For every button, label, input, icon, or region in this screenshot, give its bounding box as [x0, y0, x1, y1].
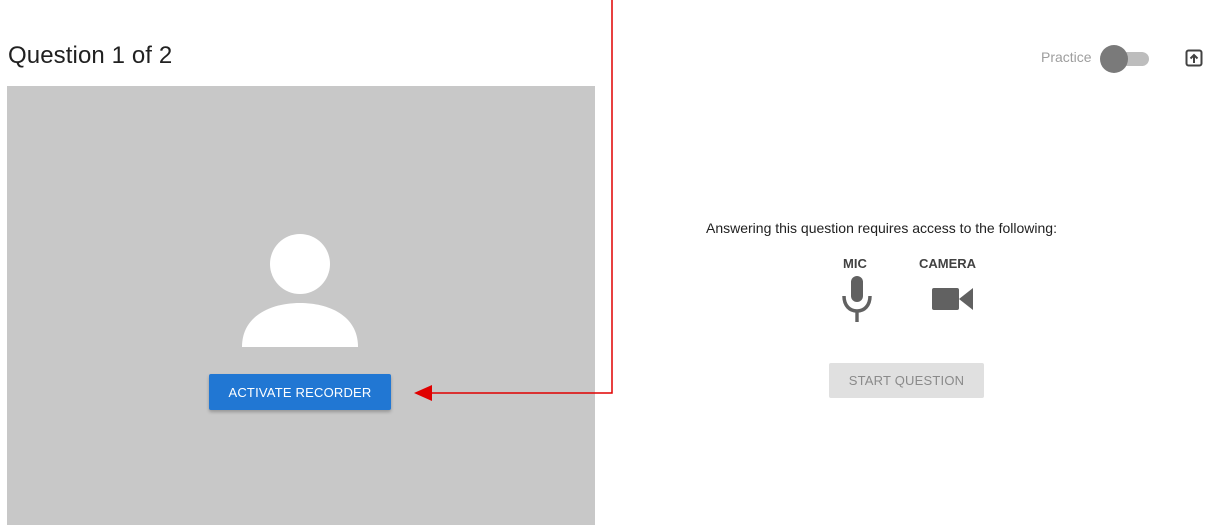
- practice-label: Practice: [1041, 49, 1092, 65]
- person-silhouette-icon: [242, 234, 358, 347]
- export-box-icon[interactable]: [1185, 49, 1203, 67]
- microphone-icon: [842, 276, 872, 322]
- question-title: Question 1 of 2: [8, 42, 173, 69]
- practice-toggle-thumb: [1100, 45, 1128, 73]
- videocam-icon: [932, 288, 973, 310]
- requirements-message: Answering this question requires access …: [706, 220, 1057, 236]
- camera-label: CAMERA: [919, 256, 977, 271]
- practice-toggle[interactable]: [1097, 45, 1153, 73]
- video-preview-panel: ACTIVATE RECORDER: [7, 86, 595, 525]
- start-question-button[interactable]: START QUESTION: [829, 363, 984, 398]
- activate-recorder-button[interactable]: ACTIVATE RECORDER: [209, 374, 391, 410]
- mic-label: MIC: [843, 256, 867, 271]
